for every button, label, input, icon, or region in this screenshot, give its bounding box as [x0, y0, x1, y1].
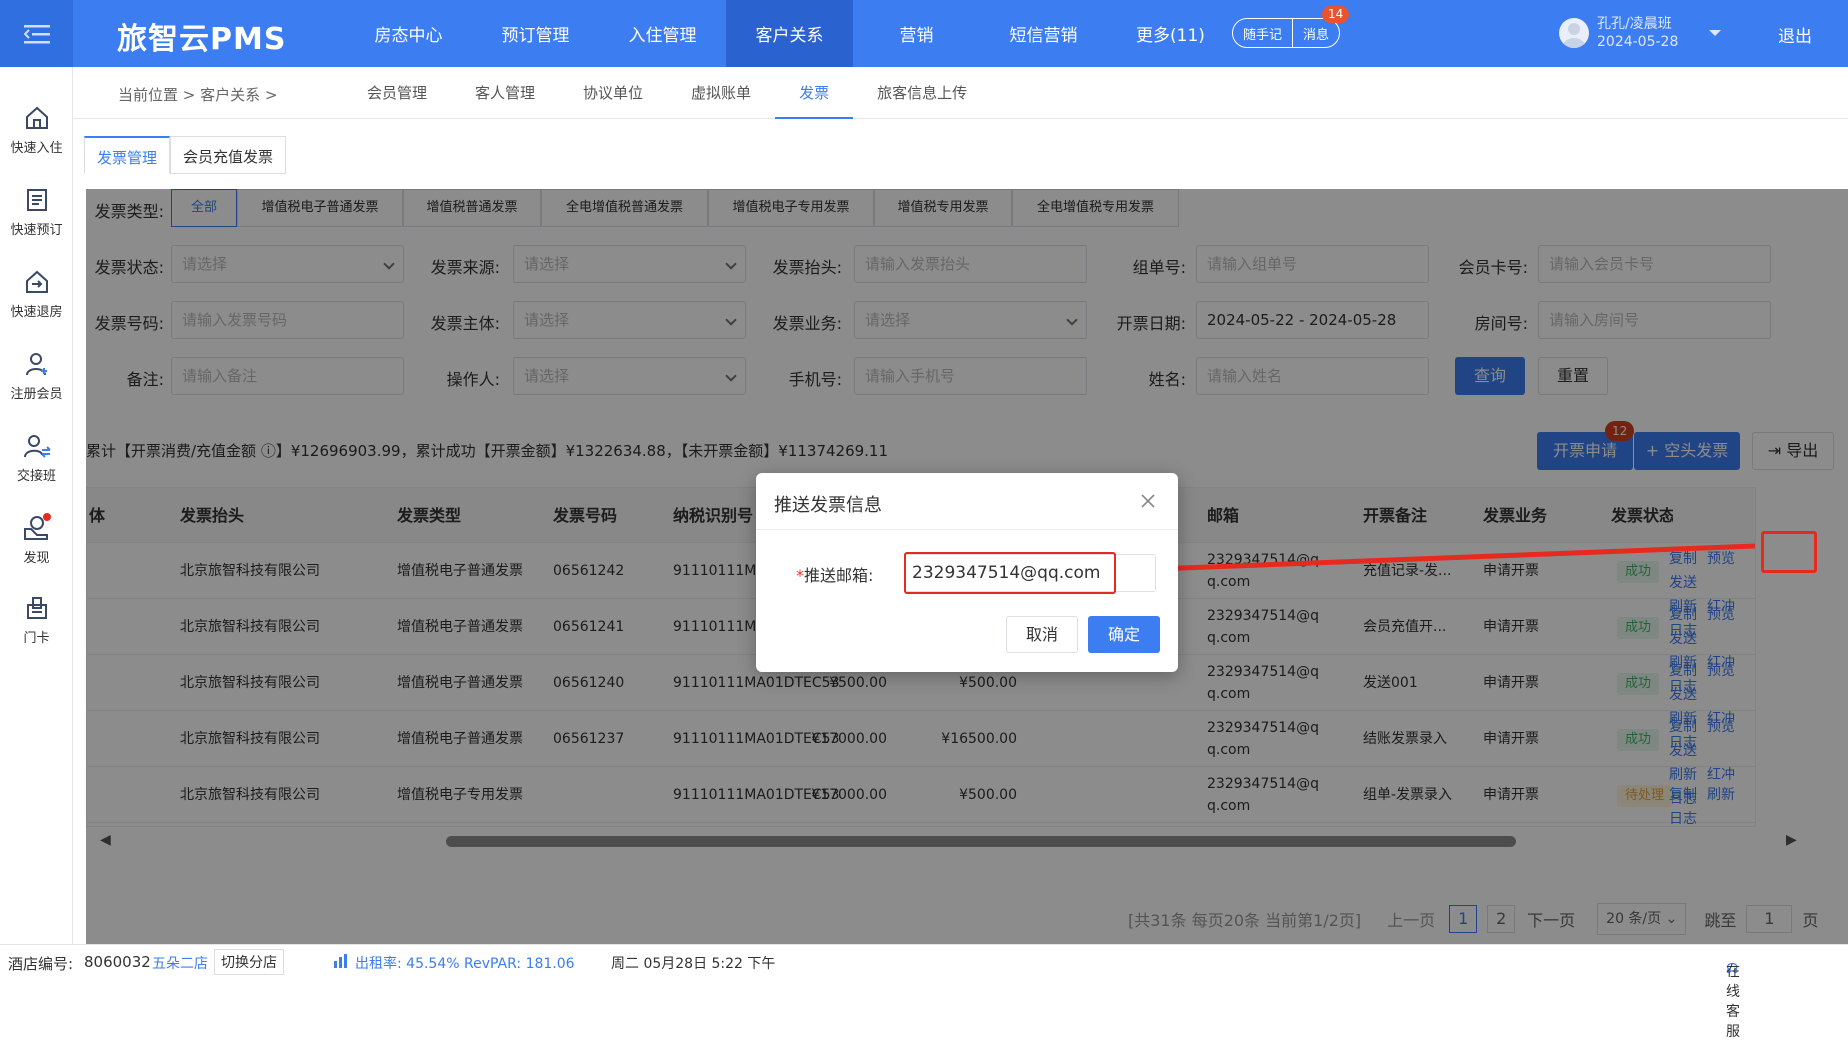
chart-icon	[333, 953, 349, 973]
sidebar-item-quick-checkout[interactable]: 快速退房	[0, 269, 73, 320]
sidebar-item-shift-handover[interactable]: 交接班	[0, 433, 73, 484]
subnav-virtual-bill[interactable]: 虚拟账单	[667, 67, 775, 119]
user-name: 孔孔/凌晨班	[1597, 16, 1672, 32]
app-logo: 旅智云PMS	[117, 22, 287, 57]
sidebar-item-label: 快速退房	[10, 305, 63, 320]
subnav-invoice[interactable]: 发票	[775, 67, 854, 119]
red-arrow-annotation	[1110, 543, 1756, 582]
subnav-agreement[interactable]: 协议单位	[559, 67, 667, 119]
top-bar: 旅智云PMS 房态中心 预订管理 入住管理 客户关系 营销 短信营销 更多(11…	[0, 0, 1848, 67]
sidebar-item-label: 快速预订	[10, 223, 63, 238]
breadcrumb: 当前位置 > 客户关系 >	[118, 86, 278, 104]
sidebar-item-label: 发现	[23, 551, 50, 566]
sub-header: 当前位置 > 客户关系 > 会员管理 客人管理 协议单位 虚拟账单 发票 旅客信…	[73, 67, 1848, 119]
sidebar-item-quick-booking[interactable]: 快速预订	[0, 187, 73, 238]
menu-toggle-icon[interactable]	[0, 0, 73, 67]
card-icon	[26, 597, 47, 619]
logout-button[interactable]: 退出	[1778, 22, 1812, 47]
email-label: *推送邮箱:	[796, 566, 874, 585]
message-badge: 14	[1322, 6, 1350, 23]
hotel-no-label: 酒店编号:	[8, 955, 74, 973]
note-button[interactable]: 随手记	[1233, 24, 1292, 43]
subnav-guest-upload[interactable]: 旅客信息上传	[853, 67, 991, 119]
swap-user-icon	[23, 435, 51, 458]
hotel-name: 五朵二店	[152, 956, 208, 972]
message-button[interactable]: 消息	[1293, 24, 1339, 43]
add-user-icon	[25, 353, 47, 376]
sidebar-item-label: 门卡	[23, 631, 50, 646]
hotel-no: 8060032	[84, 953, 151, 971]
email-field[interactable]: 2329347514@qq.com	[904, 552, 1116, 594]
nav-sms-marketing[interactable]: 短信营销	[980, 0, 1107, 67]
nav-booking[interactable]: 预订管理	[472, 0, 599, 67]
nav-more[interactable]: 更多(11)	[1107, 0, 1234, 67]
avatar	[1559, 18, 1589, 48]
chevron-down-icon	[1709, 30, 1722, 36]
occupancy-text: 出租率: 45.54% RevPAR: 181.06	[355, 956, 575, 972]
subnav-guest[interactable]: 客人管理	[451, 67, 559, 119]
user-menu[interactable]: 孔孔/凌晨班 2024-05-28	[1559, 15, 1722, 51]
dialog-title: 推送发票信息	[774, 495, 882, 516]
list-icon	[26, 189, 47, 211]
invoice-tabs: 发票管理 会员充值发票	[84, 136, 287, 174]
nav-customer-relations[interactable]: 客户关系	[726, 0, 853, 67]
close-icon[interactable]	[1140, 493, 1156, 513]
send-highlight-box	[1761, 531, 1817, 573]
exit-home-icon	[25, 270, 48, 293]
sidebar-item-discover[interactable]: 发现	[0, 513, 73, 566]
datetime-text: 周二 05月28日 5:22 下午	[611, 956, 776, 972]
tab-invoice-management[interactable]: 发票管理	[84, 136, 171, 174]
nav-marketing[interactable]: 营销	[853, 0, 980, 67]
nav-room-status[interactable]: 房态中心	[345, 0, 472, 67]
tab-member-recharge-invoice[interactable]: 会员充值发票	[170, 136, 287, 174]
switch-branch-button[interactable]: 切换分店	[214, 949, 284, 975]
subnav-member[interactable]: 会员管理	[343, 67, 451, 119]
confirm-button[interactable]: 确定	[1088, 616, 1160, 653]
status-footer: 酒店编号: 8060032 五朵二店 切换分店 出租率: 45.54% RevP…	[0, 944, 1848, 1040]
sidebar-item-quick-checkin[interactable]: 快速入住	[0, 105, 73, 156]
sidebar-item-door-card[interactable]: 门卡	[0, 595, 73, 646]
discover-icon	[23, 513, 51, 540]
sub-nav: 会员管理 客人管理 协议单位 虚拟账单 发票 旅客信息上传	[343, 67, 991, 119]
quick-actions: 随手记 消息	[1232, 18, 1341, 48]
cancel-button[interactable]: 取消	[1006, 616, 1078, 653]
nav-checkin[interactable]: 入住管理	[599, 0, 726, 67]
send-invoice-dialog: 推送发票信息 *推送邮箱: 2329347514@qq.com 取消 确定	[756, 473, 1178, 672]
sidebar-item-register-member[interactable]: 注册会员	[0, 351, 73, 402]
main-nav: 房态中心 预订管理 入住管理 客户关系 营销 短信营销 更多(11)	[345, 0, 1234, 67]
sidebar-item-label: 注册会员	[10, 387, 63, 402]
sidebar: 快速入住 快速预订 快速退房 注册会员 交接班 发现 门卡	[0, 67, 73, 978]
home-icon	[25, 106, 48, 129]
sidebar-item-label: 快速入住	[10, 141, 63, 156]
user-date: 2024-05-28	[1597, 34, 1679, 50]
sidebar-item-label: 交接班	[16, 469, 56, 484]
